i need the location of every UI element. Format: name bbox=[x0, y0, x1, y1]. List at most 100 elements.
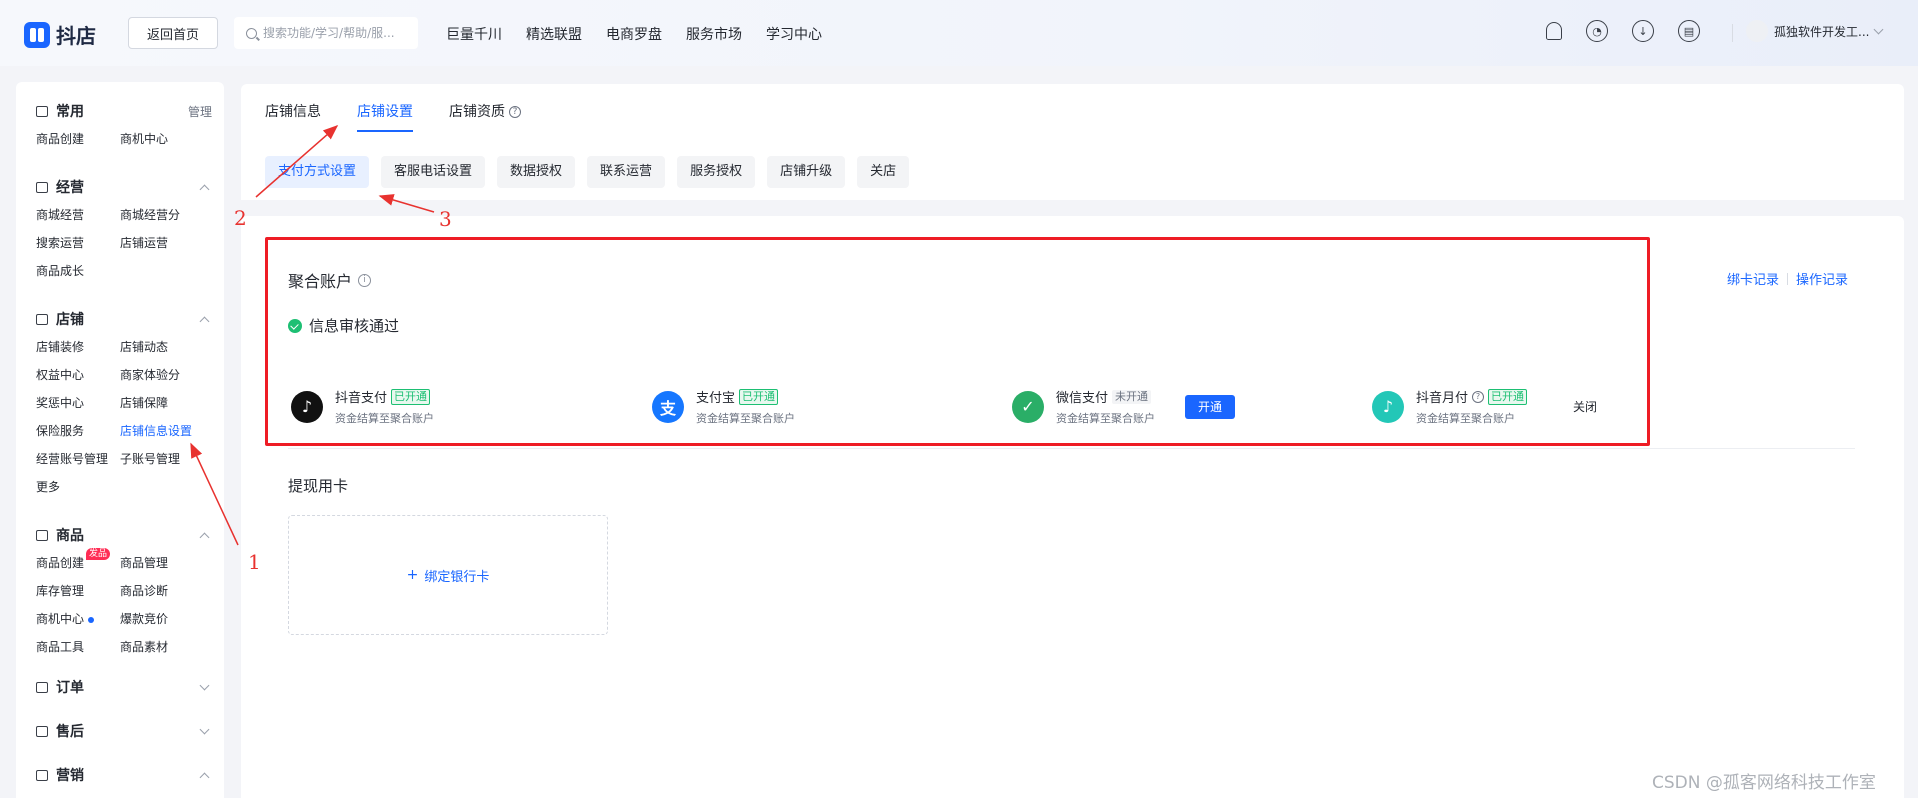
sidebar-item[interactable]: 商家体验分 bbox=[120, 366, 210, 394]
sidebar-item[interactable]: 商品创建 发品 bbox=[36, 548, 120, 582]
aftersale-icon bbox=[36, 725, 48, 737]
sidebar-item[interactable]: 店铺动态 bbox=[120, 338, 210, 366]
status-badge: 未开通 bbox=[1112, 389, 1152, 404]
sidebar-item[interactable]: 商品工具 bbox=[36, 638, 120, 666]
logo-text: 抖店 bbox=[56, 24, 96, 48]
sidebar-item[interactable]: 经营账号管理 bbox=[36, 450, 120, 478]
order-icon bbox=[36, 681, 48, 693]
settings-header: 店铺信息 店铺设置 店铺资质? 支付方式设置 客服电话设置 数据授权 联系运营 … bbox=[241, 84, 1904, 200]
sidebar-group-common: 常用 管理 商品创建 商机中心 bbox=[36, 82, 212, 158]
nav-service-market[interactable]: 服务市场 bbox=[686, 24, 742, 44]
divider bbox=[1732, 24, 1733, 42]
operation-record-link[interactable]: 操作记录 bbox=[1796, 269, 1848, 288]
bell-icon[interactable] bbox=[1546, 22, 1562, 40]
logo[interactable]: 抖店 bbox=[24, 20, 96, 49]
home-button[interactable]: 返回首页 bbox=[128, 17, 218, 49]
group-header[interactable]: 经营 bbox=[36, 178, 212, 196]
subtab-data-auth[interactable]: 数据授权 bbox=[497, 156, 576, 188]
sidebar-group-shop: 店铺 店铺装修 店铺动态 权益中心 商家体验分 奖惩中心 店铺保障 保险服务 店… bbox=[36, 290, 212, 506]
download-icon[interactable]: ↓ bbox=[1632, 20, 1654, 42]
subtab-service-auth[interactable]: 服务授权 bbox=[677, 156, 756, 188]
sidebar-item[interactable]: 商城经营分 bbox=[120, 206, 210, 234]
sidebar-item[interactable]: 子账号管理 bbox=[120, 450, 210, 478]
group-header[interactable]: 订单 bbox=[36, 678, 212, 696]
subtab-payment-settings[interactable]: 支付方式设置 bbox=[265, 156, 370, 188]
sidebar-item[interactable]: 商品诊断 bbox=[120, 582, 210, 610]
group-header[interactable]: 商品 bbox=[36, 526, 212, 544]
sidebar-item[interactable]: 商品管理 bbox=[120, 554, 210, 582]
tab-shop-qualification[interactable]: 店铺资质? bbox=[449, 102, 521, 132]
sidebar-item[interactable]: 商品素材 bbox=[120, 638, 210, 666]
chevron-up-icon bbox=[199, 184, 210, 194]
check-circle-icon bbox=[288, 318, 302, 333]
nav-compass[interactable]: 电商罗盘 bbox=[606, 24, 662, 44]
search-icon bbox=[246, 27, 257, 39]
payment-douyin-monthly: ♪ 抖音月付? 已开通 资金结算至聚合账户 关闭 bbox=[1372, 387, 1597, 426]
search-input[interactable] bbox=[263, 26, 403, 40]
operation-icon bbox=[36, 181, 48, 193]
sidebar: 常用 管理 商品创建 商机中心 经营 商城经营 商城经营分 搜索运营 店铺运营 … bbox=[16, 82, 224, 798]
tab-shop-settings[interactable]: 店铺设置 bbox=[357, 102, 413, 132]
payment-desc: 资金结算至聚合账户 bbox=[696, 412, 795, 425]
douyin-pay-icon: ♪ bbox=[291, 390, 323, 423]
sidebar-item[interactable]: 商机中心 bbox=[36, 610, 120, 638]
sidebar-item[interactable]: 店铺装修 bbox=[36, 338, 120, 366]
new-badge: 发品 bbox=[86, 548, 111, 560]
subtab-shop-upgrade[interactable]: 店铺升级 bbox=[767, 156, 846, 188]
payment-alipay: 支 支付宝 已开通 资金结算至聚合账户 bbox=[652, 387, 795, 426]
card-binding-record-link[interactable]: 绑卡记录 bbox=[1727, 269, 1779, 288]
nav-learning-center[interactable]: 学习中心 bbox=[766, 24, 822, 44]
sidebar-item[interactable]: 搜索运营 bbox=[36, 234, 120, 262]
payment-name: 抖音月付 bbox=[1416, 391, 1469, 406]
annotation-label: 2 bbox=[234, 206, 247, 230]
nav-alliance[interactable]: 精选联盟 bbox=[526, 24, 582, 44]
group-header[interactable]: 营销 bbox=[36, 766, 212, 784]
sidebar-item[interactable]: 爆款竞价 bbox=[120, 610, 210, 638]
subtab-service-phone[interactable]: 客服电话设置 bbox=[381, 156, 486, 188]
withdraw-title: 提现用卡 bbox=[288, 477, 349, 495]
avatar bbox=[1746, 20, 1768, 42]
group-header[interactable]: 店铺 bbox=[36, 310, 212, 328]
chevron-down-icon bbox=[1874, 24, 1884, 34]
info-icon[interactable]: i bbox=[358, 273, 372, 287]
help-icon[interactable]: ? bbox=[1472, 390, 1485, 403]
sidebar-item[interactable]: 奖惩中心 bbox=[36, 394, 120, 422]
status-badge: 已开通 bbox=[1488, 388, 1528, 405]
sidebar-item-label: 商机中心 bbox=[36, 612, 85, 626]
bind-bank-card-button[interactable]: + 绑定银行卡 bbox=[288, 515, 608, 635]
sidebar-item[interactable]: 店铺运营 bbox=[120, 234, 210, 262]
top-nav: 巨量千川 精选联盟 电商罗盘 服务市场 学习中心 bbox=[446, 24, 822, 44]
sidebar-item[interactable]: 库存管理 bbox=[36, 582, 120, 610]
user-menu[interactable]: 孤独软件开发工... bbox=[1746, 20, 1886, 42]
manage-link[interactable]: 管理 bbox=[188, 103, 212, 120]
disable-monthly-button[interactable]: 关闭 bbox=[1573, 398, 1597, 415]
tab-shop-info[interactable]: 店铺信息 bbox=[265, 102, 321, 132]
sidebar-item[interactable]: 商品创建 bbox=[36, 130, 120, 158]
sidebar-item[interactable]: 商机中心 bbox=[120, 130, 210, 158]
group-title: 常用 bbox=[56, 104, 84, 120]
sidebar-item-more[interactable]: 更多 bbox=[36, 478, 120, 506]
plus-icon: + bbox=[406, 567, 419, 583]
bind-card-label: 绑定银行卡 bbox=[424, 569, 490, 585]
store-icon[interactable]: ▤ bbox=[1678, 20, 1700, 42]
search-box[interactable] bbox=[234, 17, 418, 49]
subtab-close-shop[interactable]: 关店 bbox=[857, 156, 910, 188]
group-title: 售后 bbox=[56, 724, 84, 740]
account-title-text: 聚合账户 bbox=[288, 272, 353, 291]
group-header[interactable]: 售后 bbox=[36, 722, 212, 740]
chat-icon[interactable]: ◔ bbox=[1586, 20, 1608, 42]
sidebar-item[interactable]: 商城经营 bbox=[36, 206, 120, 234]
sidebar-group-operation: 经营 商城经营 商城经营分 搜索运营 店铺运营 商品成长 bbox=[36, 158, 212, 290]
help-icon[interactable]: ? bbox=[509, 106, 521, 118]
sidebar-item-shop-info-settings[interactable]: 店铺信息设置 bbox=[120, 422, 210, 450]
folder-icon bbox=[36, 105, 48, 117]
sidebar-item[interactable]: 店铺保障 bbox=[120, 394, 210, 422]
enable-wechat-button[interactable]: 开通 bbox=[1185, 394, 1235, 419]
sidebar-item[interactable]: 商品成长 bbox=[36, 262, 120, 290]
nav-qianchuan[interactable]: 巨量千川 bbox=[446, 24, 502, 44]
payment-name: 抖音支付 bbox=[335, 391, 388, 406]
sidebar-item[interactable]: 保险服务 bbox=[36, 422, 120, 450]
douyin-monthly-icon: ♪ bbox=[1372, 390, 1404, 423]
sidebar-item[interactable]: 权益中心 bbox=[36, 366, 120, 394]
subtab-contact-ops[interactable]: 联系运营 bbox=[587, 156, 666, 188]
